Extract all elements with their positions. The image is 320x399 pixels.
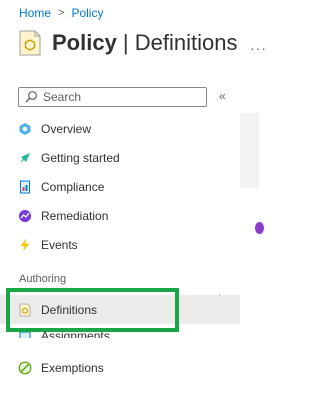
sidebar-item-label: Getting started xyxy=(41,151,120,165)
sidebar-item-label: Remediation xyxy=(41,209,109,223)
sidebar-item-exemptions[interactable]: Exemptions xyxy=(18,358,104,378)
compliance-icon xyxy=(18,180,32,194)
sidebar-item-label: Events xyxy=(41,238,78,252)
remediation-icon xyxy=(18,209,32,223)
overview-icon xyxy=(18,122,32,136)
policy-icon xyxy=(18,29,42,57)
breadcrumb-home-link[interactable]: Home xyxy=(19,6,51,20)
search-placeholder: Search xyxy=(43,90,82,104)
search-icon xyxy=(24,90,38,104)
rocket-icon xyxy=(18,151,32,165)
section-authoring-label: Authoring xyxy=(19,273,67,285)
purple-status-icon xyxy=(255,222,264,234)
divider xyxy=(219,294,220,296)
sidebar-item-events[interactable]: Events xyxy=(18,235,78,255)
sidebar-item-compliance[interactable]: Compliance xyxy=(18,177,104,197)
more-options-icon[interactable]: ··· xyxy=(250,40,267,56)
page-title: Policy | Definitions xyxy=(52,28,237,58)
sidebar-item-label: Compliance xyxy=(41,180,105,194)
page-title-bold: Policy xyxy=(52,30,117,55)
breadcrumb-separator: > xyxy=(58,7,65,19)
sidebar-item-label: Overview xyxy=(41,122,92,136)
sidebar-item-overview[interactable]: Overview xyxy=(18,119,91,139)
sidebar-item-getting-started[interactable]: Getting started xyxy=(18,148,120,168)
page-title-separator: | xyxy=(116,30,135,55)
search-input[interactable]: Search xyxy=(18,87,207,107)
breadcrumb-policy-link[interactable]: Policy xyxy=(71,6,103,20)
sidebar-item-label: Exemptions xyxy=(41,361,104,375)
content-panel-edge xyxy=(240,113,259,188)
page-title-sub: Definitions xyxy=(134,30,238,55)
exemptions-icon xyxy=(18,361,32,375)
highlight-box xyxy=(6,288,179,332)
breadcrumb: Home > Policy xyxy=(19,6,103,20)
collapse-menu-icon[interactable]: « xyxy=(219,89,226,103)
sidebar-item-remediation[interactable]: Remediation xyxy=(18,206,108,226)
page-header: Policy | Definitions xyxy=(18,28,237,58)
lightning-icon xyxy=(18,238,32,252)
